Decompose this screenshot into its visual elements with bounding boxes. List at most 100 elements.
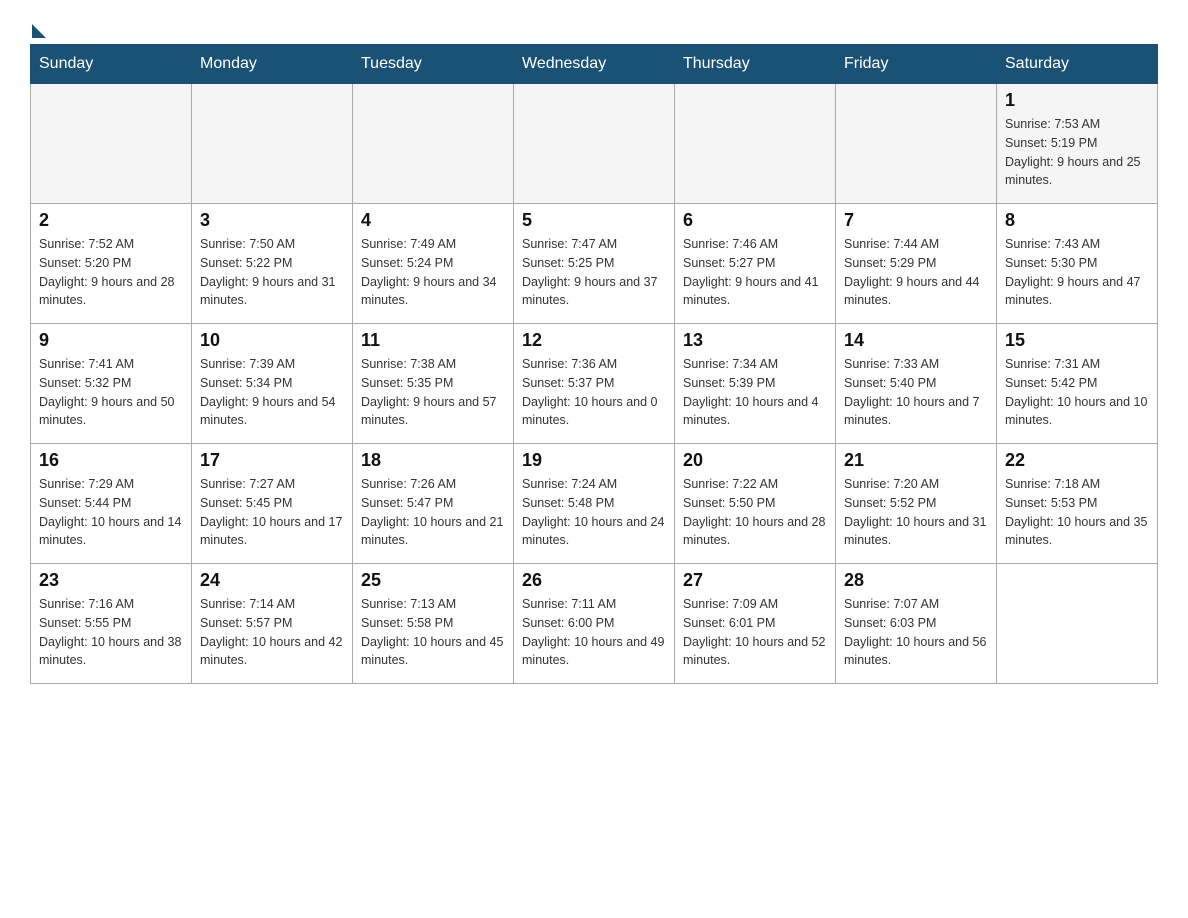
day-info: Sunrise: 7:16 AM Sunset: 5:55 PM Dayligh… (39, 595, 183, 670)
day-info: Sunrise: 7:20 AM Sunset: 5:52 PM Dayligh… (844, 475, 988, 550)
day-number: 1 (1005, 90, 1149, 111)
day-number: 12 (522, 330, 666, 351)
calendar-cell: 17 Sunrise: 7:27 AM Sunset: 5:45 PM Dayli… (192, 444, 353, 564)
calendar-cell: 7 Sunrise: 7:44 AM Sunset: 5:29 PM Daylig… (836, 204, 997, 324)
day-info: Sunrise: 7:11 AM Sunset: 6:00 PM Dayligh… (522, 595, 666, 670)
day-number: 21 (844, 450, 988, 471)
day-number: 22 (1005, 450, 1149, 471)
day-number: 18 (361, 450, 505, 471)
day-info: Sunrise: 7:43 AM Sunset: 5:30 PM Dayligh… (1005, 235, 1149, 310)
day-number: 14 (844, 330, 988, 351)
weekday-header-sunday: Sunday (31, 45, 192, 84)
calendar-cell: 6 Sunrise: 7:46 AM Sunset: 5:27 PM Daylig… (675, 204, 836, 324)
calendar-cell: 24 Sunrise: 7:14 AM Sunset: 5:57 PM Dayli… (192, 564, 353, 684)
day-number: 4 (361, 210, 505, 231)
day-info: Sunrise: 7:14 AM Sunset: 5:57 PM Dayligh… (200, 595, 344, 670)
weekday-header-saturday: Saturday (997, 45, 1158, 84)
day-info: Sunrise: 7:22 AM Sunset: 5:50 PM Dayligh… (683, 475, 827, 550)
calendar-cell: 14 Sunrise: 7:33 AM Sunset: 5:40 PM Dayli… (836, 324, 997, 444)
day-number: 9 (39, 330, 183, 351)
day-info: Sunrise: 7:34 AM Sunset: 5:39 PM Dayligh… (683, 355, 827, 430)
day-info: Sunrise: 7:46 AM Sunset: 5:27 PM Dayligh… (683, 235, 827, 310)
day-number: 26 (522, 570, 666, 591)
calendar-cell (997, 564, 1158, 684)
day-info: Sunrise: 7:39 AM Sunset: 5:34 PM Dayligh… (200, 355, 344, 430)
day-number: 13 (683, 330, 827, 351)
calendar-cell: 13 Sunrise: 7:34 AM Sunset: 5:39 PM Dayli… (675, 324, 836, 444)
weekday-header-thursday: Thursday (675, 45, 836, 84)
calendar-cell: 18 Sunrise: 7:26 AM Sunset: 5:47 PM Dayli… (353, 444, 514, 564)
weekday-header-monday: Monday (192, 45, 353, 84)
calendar-cell: 2 Sunrise: 7:52 AM Sunset: 5:20 PM Daylig… (31, 204, 192, 324)
day-number: 25 (361, 570, 505, 591)
day-number: 6 (683, 210, 827, 231)
calendar-cell: 9 Sunrise: 7:41 AM Sunset: 5:32 PM Daylig… (31, 324, 192, 444)
page-header (30, 20, 1158, 34)
day-number: 15 (1005, 330, 1149, 351)
calendar-cell (192, 84, 353, 204)
day-info: Sunrise: 7:53 AM Sunset: 5:19 PM Dayligh… (1005, 115, 1149, 190)
day-number: 11 (361, 330, 505, 351)
calendar-cell: 26 Sunrise: 7:11 AM Sunset: 6:00 PM Dayli… (514, 564, 675, 684)
logo (30, 20, 46, 34)
calendar-cell: 8 Sunrise: 7:43 AM Sunset: 5:30 PM Daylig… (997, 204, 1158, 324)
day-info: Sunrise: 7:18 AM Sunset: 5:53 PM Dayligh… (1005, 475, 1149, 550)
calendar-cell (353, 84, 514, 204)
day-number: 7 (844, 210, 988, 231)
day-info: Sunrise: 7:38 AM Sunset: 5:35 PM Dayligh… (361, 355, 505, 430)
day-info: Sunrise: 7:50 AM Sunset: 5:22 PM Dayligh… (200, 235, 344, 310)
day-info: Sunrise: 7:47 AM Sunset: 5:25 PM Dayligh… (522, 235, 666, 310)
calendar-cell: 4 Sunrise: 7:49 AM Sunset: 5:24 PM Daylig… (353, 204, 514, 324)
calendar-week-row: 16Sunrise: 7:29 AM Sunset: 5:44 PM Dayli… (31, 444, 1158, 564)
day-number: 19 (522, 450, 666, 471)
logo-arrow-icon (32, 24, 46, 38)
calendar-cell: 28 Sunrise: 7:07 AM Sunset: 6:03 PM Dayli… (836, 564, 997, 684)
day-info: Sunrise: 7:52 AM Sunset: 5:20 PM Dayligh… (39, 235, 183, 310)
calendar-cell: 15 Sunrise: 7:31 AM Sunset: 5:42 PM Dayli… (997, 324, 1158, 444)
day-number: 23 (39, 570, 183, 591)
day-info: Sunrise: 7:24 AM Sunset: 5:48 PM Dayligh… (522, 475, 666, 550)
calendar-cell (675, 84, 836, 204)
calendar-cell: 11 Sunrise: 7:38 AM Sunset: 5:35 PM Dayli… (353, 324, 514, 444)
day-info: Sunrise: 7:36 AM Sunset: 5:37 PM Dayligh… (522, 355, 666, 430)
calendar-cell: 12 Sunrise: 7:36 AM Sunset: 5:37 PM Dayli… (514, 324, 675, 444)
day-info: Sunrise: 7:33 AM Sunset: 5:40 PM Dayligh… (844, 355, 988, 430)
day-info: Sunrise: 7:31 AM Sunset: 5:42 PM Dayligh… (1005, 355, 1149, 430)
calendar-week-row: 23 Sunrise: 7:16 AM Sunset: 5:55 PM Dayli… (31, 564, 1158, 684)
weekday-header-friday: Friday (836, 45, 997, 84)
calendar-cell: 25Sunrise: 7:13 AM Sunset: 5:58 PM Dayli… (353, 564, 514, 684)
calendar-cell: 27Sunrise: 7:09 AM Sunset: 6:01 PM Dayli… (675, 564, 836, 684)
calendar-cell: 23 Sunrise: 7:16 AM Sunset: 5:55 PM Dayli… (31, 564, 192, 684)
day-number: 2 (39, 210, 183, 231)
day-info: Sunrise: 7:44 AM Sunset: 5:29 PM Dayligh… (844, 235, 988, 310)
day-number: 28 (844, 570, 988, 591)
calendar-cell: 1 Sunrise: 7:53 AM Sunset: 5:19 PM Daylig… (997, 84, 1158, 204)
calendar-cell: 19 Sunrise: 7:24 AM Sunset: 5:48 PM Dayli… (514, 444, 675, 564)
day-info: Sunrise: 7:41 AM Sunset: 5:32 PM Dayligh… (39, 355, 183, 430)
day-info: Sunrise: 7:29 AM Sunset: 5:44 PM Dayligh… (39, 475, 183, 550)
day-number: 17 (200, 450, 344, 471)
day-info: Sunrise: 7:09 AM Sunset: 6:01 PM Dayligh… (683, 595, 827, 670)
day-number: 8 (1005, 210, 1149, 231)
day-info: Sunrise: 7:49 AM Sunset: 5:24 PM Dayligh… (361, 235, 505, 310)
calendar-cell: 10 Sunrise: 7:39 AM Sunset: 5:34 PM Dayli… (192, 324, 353, 444)
calendar-cell: 16Sunrise: 7:29 AM Sunset: 5:44 PM Dayli… (31, 444, 192, 564)
day-number: 3 (200, 210, 344, 231)
calendar-cell: 5 Sunrise: 7:47 AM Sunset: 5:25 PM Daylig… (514, 204, 675, 324)
calendar-cell: 22 Sunrise: 7:18 AM Sunset: 5:53 PM Dayli… (997, 444, 1158, 564)
day-info: Sunrise: 7:07 AM Sunset: 6:03 PM Dayligh… (844, 595, 988, 670)
day-info: Sunrise: 7:27 AM Sunset: 5:45 PM Dayligh… (200, 475, 344, 550)
calendar-week-row: 1 Sunrise: 7:53 AM Sunset: 5:19 PM Daylig… (31, 84, 1158, 204)
day-number: 5 (522, 210, 666, 231)
weekday-header-wednesday: Wednesday (514, 45, 675, 84)
calendar-cell (514, 84, 675, 204)
calendar-cell (31, 84, 192, 204)
day-number: 10 (200, 330, 344, 351)
calendar-week-row: 2 Sunrise: 7:52 AM Sunset: 5:20 PM Daylig… (31, 204, 1158, 324)
day-number: 24 (200, 570, 344, 591)
weekday-header-tuesday: Tuesday (353, 45, 514, 84)
calendar-cell: 20 Sunrise: 7:22 AM Sunset: 5:50 PM Dayli… (675, 444, 836, 564)
day-info: Sunrise: 7:26 AM Sunset: 5:47 PM Dayligh… (361, 475, 505, 550)
day-number: 20 (683, 450, 827, 471)
calendar-table: SundayMondayTuesdayWednesdayThursdayFrid… (30, 44, 1158, 684)
